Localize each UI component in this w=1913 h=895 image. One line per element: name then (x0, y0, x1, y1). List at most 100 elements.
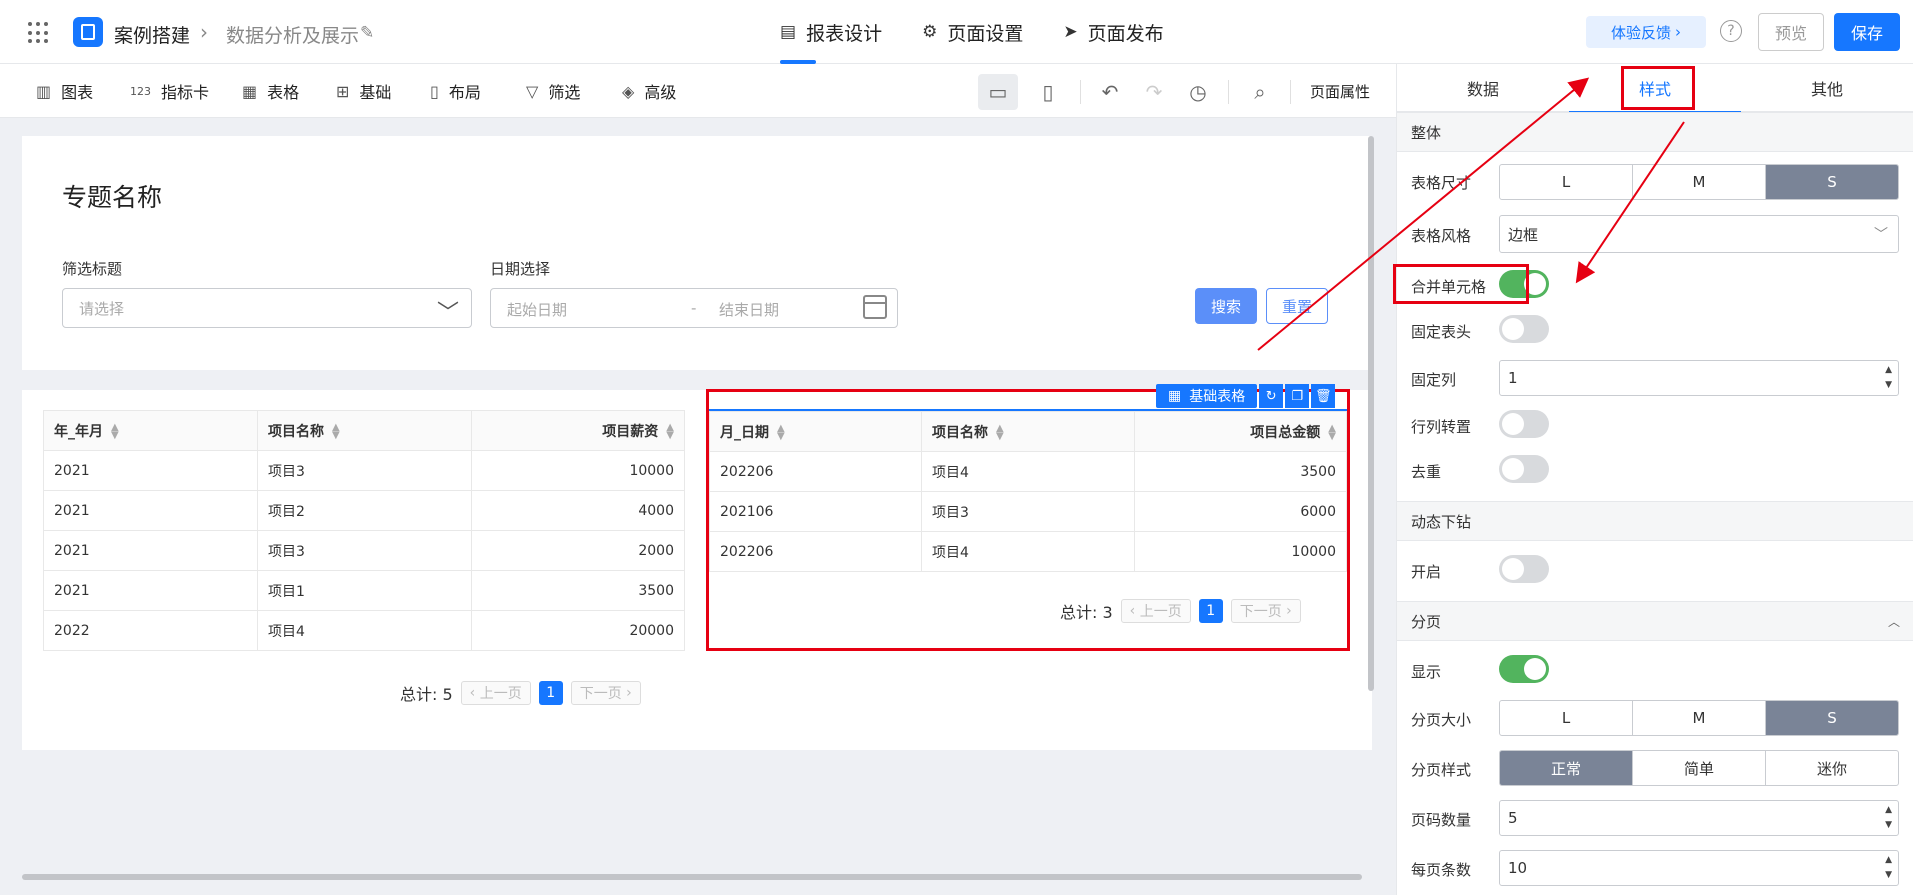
layers-icon: ◈ (622, 81, 635, 101)
toolbar-basic[interactable]: ⊞ 基础 (336, 64, 391, 118)
table-row[interactable]: 2021 项目3 10000 (43, 450, 685, 491)
table-cell: 2022 (43, 610, 258, 651)
chevron-up-icon[interactable]: ︿ (1888, 613, 1900, 630)
page-number-button[interactable]: 1 (538, 681, 563, 705)
history-icon[interactable]: ◷ (1178, 74, 1218, 110)
main-tabs: ▤ 报表设计 ⚙ 页面设置 ➤ 页面发布 (780, 0, 1204, 64)
next-page-button[interactable]: 下一页 › (570, 681, 641, 705)
dedupe-toggle[interactable] (1499, 455, 1549, 483)
search-icon[interactable]: ⌕ (1240, 74, 1280, 110)
table-cell: 20000 (471, 610, 685, 651)
toolbar-label: 指标卡 (161, 83, 210, 102)
page-count-input[interactable]: 5 ▲ ▼ (1499, 800, 1899, 836)
stepper-icon[interactable]: ▲ ▼ (1885, 363, 1892, 393)
size-option-s[interactable]: S (1765, 165, 1898, 199)
undo-icon[interactable]: ↶ (1090, 74, 1130, 110)
desktop-view-icon[interactable]: ▭ (978, 74, 1018, 110)
style-option-mini[interactable]: 迷你 (1765, 751, 1898, 785)
stepper-icon[interactable]: ▲ ▼ (1885, 803, 1892, 833)
filter-label: 筛选标题 (62, 260, 123, 278)
size-option-m[interactable]: M (1632, 165, 1765, 199)
column-header[interactable]: 项目薪资 ▲ ▼ (471, 410, 685, 451)
size-option-s[interactable]: S (1765, 701, 1898, 735)
refresh-icon[interactable]: ↻ (1259, 384, 1284, 408)
transpose-label: 行列转置 (1411, 418, 1472, 436)
filter-select[interactable]: 请选择 ﹀ (62, 288, 472, 328)
page-style-selector[interactable]: 正常 简单 迷你 (1499, 750, 1899, 786)
breadcrumb-project[interactable]: 案例搭建 (114, 21, 190, 48)
report-icon: ▤ (780, 22, 797, 42)
sort-icon[interactable]: ▲ ▼ (332, 422, 340, 440)
preview-button[interactable]: 预览 (1758, 13, 1824, 51)
tab-report-design[interactable]: ▤ 报表设计 (780, 0, 882, 64)
mobile-view-icon[interactable]: ▯ (1028, 74, 1068, 110)
table-row[interactable]: 2022 项目4 20000 (43, 610, 685, 651)
drill-enable-toggle[interactable] (1499, 555, 1549, 583)
toolbar-layout[interactable]: ▯ 布局 (430, 64, 481, 118)
property-panel: 数据 样式 其他 整体 表格尺寸 L M S 表格风格 边框 ﹀ 合并单元格 固… (1396, 64, 1913, 895)
help-icon[interactable]: ? (1720, 20, 1742, 42)
column-header[interactable]: 项目名称 ▲ ▼ (257, 410, 472, 451)
table-row[interactable]: 2021 项目2 4000 (43, 490, 685, 531)
toolbar-filter[interactable]: ▽ 筛选 (526, 64, 580, 118)
table-row[interactable]: 2021 项目3 2000 (43, 530, 685, 571)
paging-show-label: 显示 (1411, 663, 1442, 681)
prev-page-button[interactable]: ‹ 上一页 (460, 681, 531, 705)
reset-button[interactable]: 重置 (1266, 288, 1328, 324)
stepper-icon[interactable]: ▲ ▼ (1885, 853, 1892, 883)
table-cell: 项目4 (257, 610, 472, 651)
delete-icon[interactable]: 🗑 (1311, 384, 1336, 408)
table-cell: 项目3 (257, 530, 472, 571)
filter-placeholder: 请选择 (79, 299, 125, 318)
copy-icon[interactable]: ❐ (1285, 384, 1310, 408)
tab-page-publish[interactable]: ➤ 页面发布 (1063, 0, 1163, 64)
per-page-input[interactable]: 10 ▲ ▼ (1499, 850, 1899, 886)
size-option-m[interactable]: M (1632, 701, 1765, 735)
table-row[interactable]: 2021 项目1 3500 (43, 570, 685, 611)
fixed-column-input[interactable]: 1 ▲ ▼ (1499, 360, 1899, 396)
search-button[interactable]: 搜索 (1195, 288, 1257, 324)
tab-other[interactable]: 其他 (1741, 64, 1913, 112)
page-properties-button[interactable]: 页面属性 (1310, 64, 1370, 118)
page-size-selector[interactable]: L M S (1499, 700, 1899, 736)
start-date-input[interactable]: 起始日期 (507, 299, 567, 320)
feedback-button[interactable]: 体验反馈 › (1586, 16, 1706, 48)
style-option-normal[interactable]: 正常 (1500, 751, 1632, 785)
date-range-picker[interactable]: 起始日期 - 结束日期 (490, 288, 898, 328)
column-header[interactable]: 年_年月 ▲ ▼ (43, 410, 258, 451)
page-title[interactable]: 专题名称 (62, 178, 162, 214)
transpose-toggle[interactable] (1499, 410, 1549, 438)
vertical-scrollbar[interactable] (1368, 136, 1374, 691)
toolbar-table[interactable]: ▦ 表格 (242, 64, 299, 118)
toolbar-label: 基础 (359, 83, 392, 102)
redo-icon[interactable]: ↷ (1134, 74, 1174, 110)
toolbar-chart[interactable]: ▥ 图表 (36, 64, 93, 118)
tab-page-settings[interactable]: ⚙ 页面设置 (922, 0, 1023, 64)
calendar-icon[interactable] (863, 295, 887, 319)
toolbar-label: 布局 (448, 83, 481, 102)
table-cell: 2000 (471, 530, 685, 571)
save-button[interactable]: 保存 (1834, 13, 1900, 51)
horizontal-scrollbar[interactable] (22, 874, 1362, 880)
data-table-1[interactable]: 年_年月 ▲ ▼ 项目名称 ▲ ▼ 项目薪资 ▲ ▼ 2021 项目3 10000 2021 项目… (43, 410, 685, 651)
section-paging[interactable]: 分页 ︿ (1397, 601, 1913, 641)
sort-icon[interactable]: ▲ ▼ (111, 422, 119, 440)
breadcrumb-page: 数据分析及展示 (226, 25, 360, 47)
style-option-simple[interactable]: 简单 (1632, 751, 1765, 785)
table-style-label: 表格风格 (1411, 227, 1472, 245)
table-size-selector[interactable]: L M S (1499, 164, 1899, 200)
toolbar-advanced[interactable]: ◈ 高级 (622, 64, 676, 118)
tab-data[interactable]: 数据 (1397, 64, 1569, 112)
component-type-label[interactable]: ▦ 基础表格 (1156, 384, 1258, 408)
size-option-l[interactable]: L (1500, 701, 1632, 735)
paging-show-toggle[interactable] (1499, 655, 1549, 683)
table-style-select[interactable]: 边框 ﹀ (1499, 215, 1899, 253)
section-drilldown: 动态下钻 (1397, 501, 1913, 541)
toolbar-metric-card[interactable]: 123 指标卡 (130, 64, 209, 118)
app-grid-icon[interactable] (28, 22, 50, 44)
edit-icon[interactable]: ✎ (360, 23, 374, 43)
size-option-l[interactable]: L (1500, 165, 1632, 199)
fixed-header-toggle[interactable] (1499, 315, 1549, 343)
end-date-input[interactable]: 结束日期 (719, 299, 779, 320)
sort-icon[interactable]: ▲ ▼ (666, 422, 674, 440)
